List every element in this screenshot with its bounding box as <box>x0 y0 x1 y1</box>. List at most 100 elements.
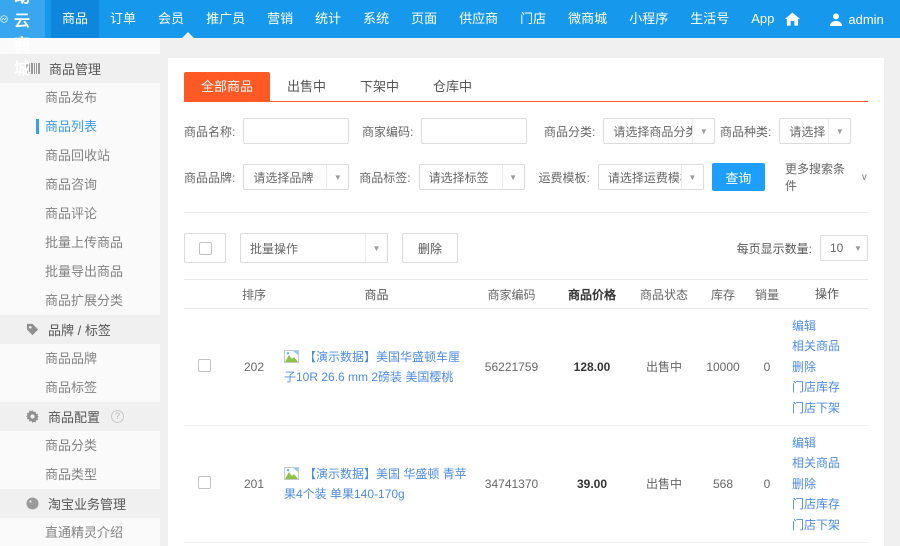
caret-down-icon: ▼ <box>326 165 348 189</box>
stock-value: 568 <box>698 477 748 491</box>
tab[interactable]: 下架中 <box>343 72 416 101</box>
op-link[interactable]: 相关商品 <box>792 336 840 356</box>
column-header: 商品 <box>284 286 469 303</box>
filter-label: 商品名称: <box>184 123 235 140</box>
table-body: 202【演示数据】美国华盛顿车厘子10R 26.6 mm 2磅装 美国樱桃562… <box>184 309 868 546</box>
nav-item[interactable]: 商品 <box>51 0 99 38</box>
product-link[interactable]: 【演示数据】美国华盛顿车厘子10R 26.6 mm 2磅装 美国樱桃 <box>284 347 469 388</box>
select-all-wrap <box>184 233 226 263</box>
nav-item[interactable]: 门店 <box>509 0 557 38</box>
sidebar-item[interactable]: 批量上传商品 <box>0 228 160 257</box>
tab[interactable]: 仓库中 <box>416 72 489 101</box>
delete-button[interactable]: 删除 <box>402 233 458 263</box>
user-icon <box>830 13 842 26</box>
sidebar-item[interactable]: 商品评论 <box>0 199 160 228</box>
gear-icon <box>26 410 39 423</box>
caret-down-icon: ▼ <box>828 119 850 143</box>
sidebar-section-title[interactable]: 商品配置? <box>0 402 160 431</box>
username: admin <box>848 12 883 27</box>
row-checkbox[interactable] <box>198 476 211 489</box>
sidebar-item[interactable]: 商品分类 <box>0 431 160 460</box>
category-select[interactable]: 请选择商品分类 ▼ <box>603 118 715 144</box>
sort-value: 201 <box>224 477 284 491</box>
caret-down-icon: ▼ <box>681 165 703 189</box>
filter-label: 商品分类: <box>544 123 595 140</box>
sidebar-section-title[interactable]: 品牌 / 标签 <box>0 315 160 344</box>
nav-item[interactable]: 页面 <box>400 0 448 38</box>
batch-action-select[interactable]: 批量操作 ▼ <box>240 233 388 263</box>
sidebar-section-label: 商品配置 <box>48 407 100 426</box>
product-price: 39.00 <box>554 477 630 491</box>
product-link[interactable]: 【演示数据】美国 华盛顿 青苹果4个装 单果140-170g <box>284 464 469 505</box>
brand-select[interactable]: 请选择品牌 ▼ <box>243 164 349 190</box>
op-link[interactable]: 删除 <box>792 474 816 494</box>
merchant-code-value: 34741370 <box>469 477 554 491</box>
sidebar-section-label: 品牌 / 标签 <box>48 320 111 339</box>
nav-item[interactable]: 生活号 <box>679 0 740 38</box>
per-page-select[interactable]: 10 ▼ <box>820 235 868 261</box>
sidebar-item[interactable]: 商品扩展分类 <box>0 286 160 315</box>
tag-icon <box>26 323 39 336</box>
tab[interactable]: 出售中 <box>270 72 343 101</box>
freight-template-select[interactable]: 请选择运费模板 ▼ <box>598 164 704 190</box>
op-link[interactable]: 删除 <box>792 357 816 377</box>
nav-item[interactable]: 供应商 <box>448 0 509 38</box>
op-link[interactable]: 编辑 <box>792 433 816 453</box>
product-image-placeholder-icon <box>284 350 299 363</box>
sidebar-item[interactable]: 商品品牌 <box>0 344 160 373</box>
merchant-code-input[interactable] <box>421 118 527 144</box>
kind-select[interactable]: 请选择 ▼ <box>779 118 851 144</box>
home-button[interactable] <box>785 12 800 26</box>
row-checkbox[interactable] <box>198 359 211 372</box>
sidebar-item[interactable]: 商品类型 <box>0 460 160 489</box>
nav-item[interactable]: 系统 <box>352 0 400 38</box>
sidebar-item[interactable]: 商品发布 <box>0 83 160 112</box>
sidebar-item[interactable]: 批量导出商品 <box>0 257 160 286</box>
select-all-checkbox[interactable] <box>199 242 212 255</box>
sidebar-item[interactable]: 直通精灵介绍 <box>0 518 160 546</box>
op-link[interactable]: 门店下架 <box>792 398 840 418</box>
user-menu[interactable]: admin <box>830 12 883 27</box>
table-row: 202【演示数据】美国华盛顿车厘子10R 26.6 mm 2磅装 美国樱桃562… <box>184 309 868 426</box>
sidebar-item[interactable]: 商品列表 <box>0 112 160 141</box>
op-link[interactable]: 门店下架 <box>792 515 840 535</box>
product-table: 排序商品商家编码商品价格商品状态库存销量操作 202【演示数据】美国华盛顿车厘子… <box>184 279 868 546</box>
nav-item[interactable]: 营销 <box>256 0 304 38</box>
op-link[interactable]: 门店库存 <box>792 377 840 397</box>
op-link[interactable]: 编辑 <box>792 316 816 336</box>
nav-item[interactable]: 订单 <box>99 0 147 38</box>
nav-item[interactable]: 小程序 <box>618 0 679 38</box>
sidebar-item[interactable]: 商品咨询 <box>0 170 160 199</box>
op-link[interactable]: 相关商品 <box>792 453 840 473</box>
app-logo[interactable]: 移动云商城 <box>0 0 45 38</box>
sidebar-item[interactable]: 商品回收站 <box>0 141 160 170</box>
table-toolbar: 批量操作 ▼ 删除 每页显示数量: 10 ▼ <box>184 233 868 263</box>
nav-item[interactable]: 统计 <box>304 0 352 38</box>
sidebar-item[interactable]: 商品标签 <box>0 373 160 402</box>
column-header: 商品状态 <box>630 286 698 303</box>
nav-item[interactable]: App <box>740 0 785 38</box>
active-nav-pointer-icon <box>182 32 194 38</box>
tab[interactable]: 全部商品 <box>184 72 270 101</box>
table-header-row: 排序商品商家编码商品价格商品状态库存销量操作 <box>184 279 868 309</box>
column-header: 商品价格 <box>554 286 630 303</box>
sort-value: 202 <box>224 360 284 374</box>
op-link[interactable]: 门店库存 <box>792 494 840 514</box>
search-button[interactable]: 查询 <box>712 163 765 191</box>
more-filters-link[interactable]: 更多搜索条件 ∨ <box>785 160 868 194</box>
filter-label: 商品种类: <box>720 123 771 140</box>
table-row: 201【演示数据】美国 华盛顿 青苹果4个装 单果140-170g3474137… <box>184 426 868 543</box>
merchant-code-value: 56221759 <box>469 360 554 374</box>
sidebar-section-title[interactable]: 淘宝业务管理 <box>0 489 160 518</box>
tag-select[interactable]: 请选择标签 ▼ <box>419 164 525 190</box>
product-name-input[interactable] <box>243 118 349 144</box>
nav-item[interactable]: 推广员 <box>195 0 256 38</box>
status-tabs: 全部商品出售中下架中仓库中 <box>184 72 868 102</box>
column-header: 销量 <box>748 286 786 303</box>
help-icon[interactable]: ? <box>111 410 124 423</box>
nav-item[interactable]: 微商城 <box>557 0 618 38</box>
header-right: admin <box>785 0 900 38</box>
status-badge: 出售中 <box>630 358 698 375</box>
caret-down-icon: ▼ <box>849 236 867 260</box>
stock-value: 10000 <box>698 360 748 374</box>
